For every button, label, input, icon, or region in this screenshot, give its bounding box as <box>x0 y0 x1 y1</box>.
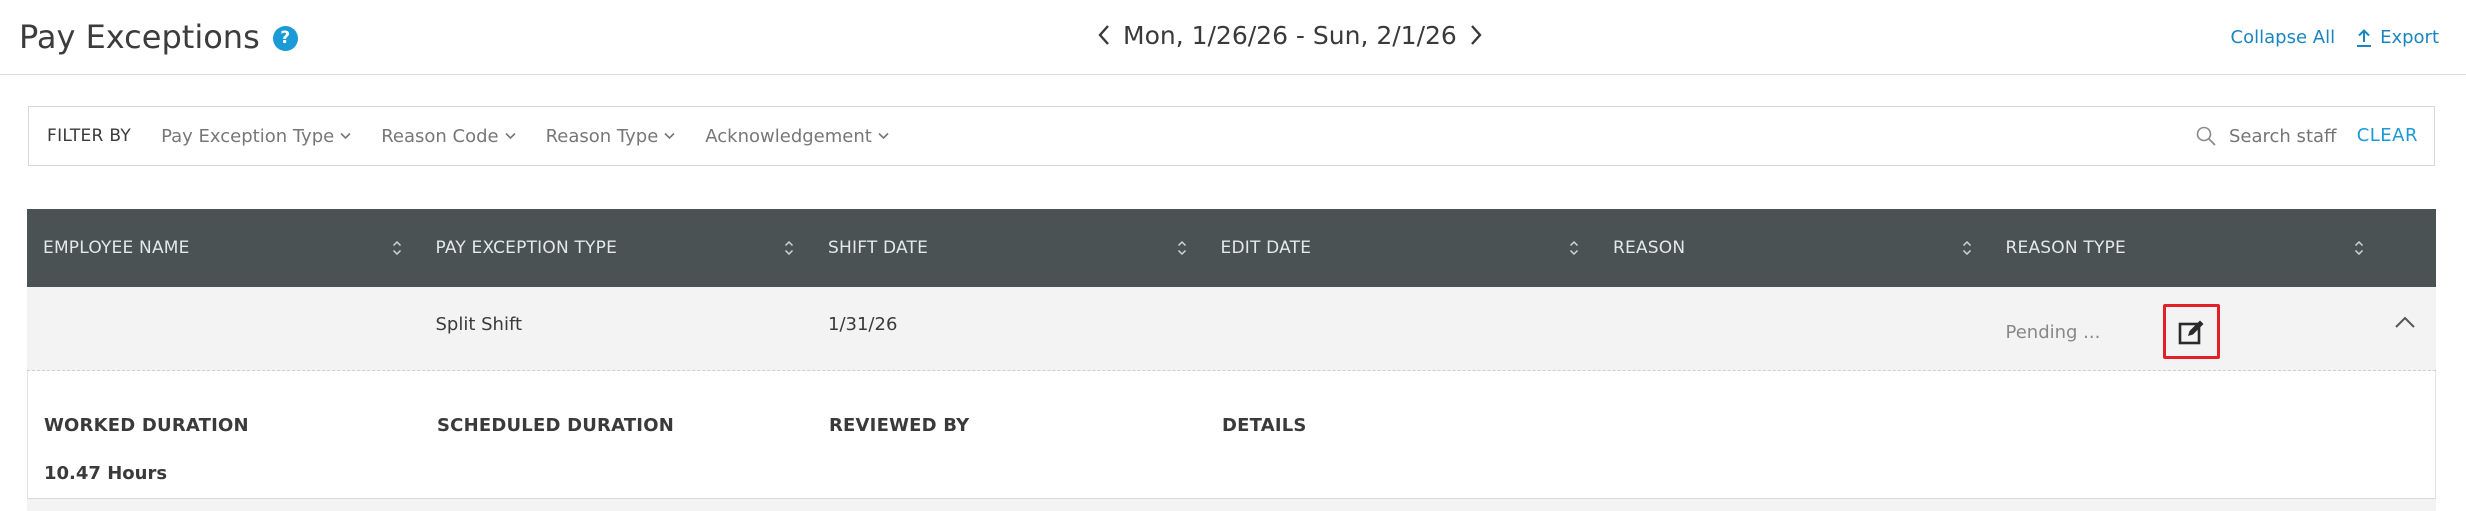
table-header: EMPLOYEE NAME PAY EXCEPTION TYPE SHIFT D… <box>27 209 2436 287</box>
export-button[interactable]: Export <box>2355 27 2439 48</box>
column-header-employee-name[interactable]: EMPLOYEE NAME <box>27 209 420 287</box>
date-range-label: Mon, 1/26/26 - Sun, 2/1/26 <box>1123 20 1457 50</box>
edit-reason-button[interactable] <box>2163 304 2220 359</box>
column-header-reason[interactable]: REASON <box>1597 209 1990 287</box>
filter-label-text: Acknowledgement <box>705 125 872 147</box>
chevron-down-icon <box>878 132 889 140</box>
detail-header-scheduled-duration: SCHEDULED DURATION <box>437 415 674 436</box>
chevron-down-icon <box>505 132 516 140</box>
cell-pay-exception-type: Split Shift <box>435 314 523 335</box>
sort-icon <box>392 240 402 256</box>
detail-worked-duration-value: 10.47 Hours <box>44 463 168 484</box>
column-label: EMPLOYEE NAME <box>43 238 190 258</box>
filter-label-text: Pay Exception Type <box>161 125 335 147</box>
sort-icon <box>1177 240 1187 256</box>
edit-reason-button-wrap <box>2163 304 2220 359</box>
filter-label-text: Reason Type <box>545 125 659 147</box>
sort-icon <box>784 240 794 256</box>
table-row[interactable]: Split Shift 1/31/26 Pending ... <box>27 287 2436 371</box>
search-icon <box>2196 126 2216 146</box>
column-label: PAY EXCEPTION TYPE <box>435 238 618 258</box>
column-label: REASON TYPE <box>2005 238 2126 258</box>
upload-icon <box>2357 28 2372 47</box>
search-staff <box>2195 107 2379 165</box>
clear-filters-button[interactable]: CLEAR <box>2357 125 2418 146</box>
filter-bar: FILTER BY Pay Exception Type Reason Code… <box>28 106 2435 166</box>
header-actions: Collapse All Export <box>2231 27 2439 48</box>
column-header-edit-date[interactable]: EDIT DATE <box>1205 209 1598 287</box>
detail-header-worked-duration: WORKED DURATION <box>44 415 249 436</box>
chevron-down-icon <box>340 132 351 140</box>
filter-reason-type[interactable]: Reason Type <box>546 126 676 147</box>
detail-header-reviewed-by: REVIEWED BY <box>829 415 970 436</box>
export-label: Export <box>2380 27 2439 48</box>
next-week-chevron-right-icon[interactable] <box>1465 20 1487 50</box>
row-details: WORKED DURATION SCHEDULED DURATION REVIE… <box>27 371 2436 499</box>
column-header-shift-date[interactable]: SHIFT DATE <box>812 209 1205 287</box>
filter-pay-exception-type[interactable]: Pay Exception Type <box>161 126 351 147</box>
date-navigator: Mon, 1/26/26 - Sun, 2/1/26 <box>1093 20 1487 50</box>
column-label: REASON <box>1613 238 1686 258</box>
chevron-down-icon <box>664 132 675 140</box>
page-title: Pay Exceptions <box>19 18 260 56</box>
filter-acknowledgement[interactable]: Acknowledgement <box>705 126 889 147</box>
column-header-pay-exception-type[interactable]: PAY EXCEPTION TYPE <box>420 209 813 287</box>
edit-pencil-icon <box>2178 320 2203 344</box>
sort-icon <box>1962 240 1972 256</box>
filter-label-text: Reason Code <box>381 125 499 147</box>
pay-exceptions-table: EMPLOYEE NAME PAY EXCEPTION TYPE SHIFT D… <box>27 209 2436 511</box>
column-label: SHIFT DATE <box>828 238 929 258</box>
collapse-row-chevron-up-icon[interactable] <box>2394 314 2416 333</box>
detail-header-details: DETAILS <box>1222 415 1307 436</box>
cell-shift-date: 1/31/26 <box>828 314 898 335</box>
sort-icon <box>2354 240 2364 256</box>
previous-week-chevron-left-icon[interactable] <box>1093 20 1115 50</box>
filter-reason-code[interactable]: Reason Code <box>381 125 516 147</box>
page-title-wrap: Pay Exceptions ? <box>19 18 298 56</box>
sort-icon <box>1569 240 1579 256</box>
filter-by-label: FILTER BY <box>47 126 132 146</box>
next-row-edge <box>27 499 2436 511</box>
help-icon[interactable]: ? <box>272 25 298 51</box>
column-label: EDIT DATE <box>1220 238 1312 258</box>
column-header-reason-type[interactable]: REASON TYPE <box>1990 209 2436 287</box>
page-header: Pay Exceptions ? Mon, 1/26/26 - Sun, 2/1… <box>0 0 2466 75</box>
collapse-all-link[interactable]: Collapse All <box>2231 27 2336 48</box>
